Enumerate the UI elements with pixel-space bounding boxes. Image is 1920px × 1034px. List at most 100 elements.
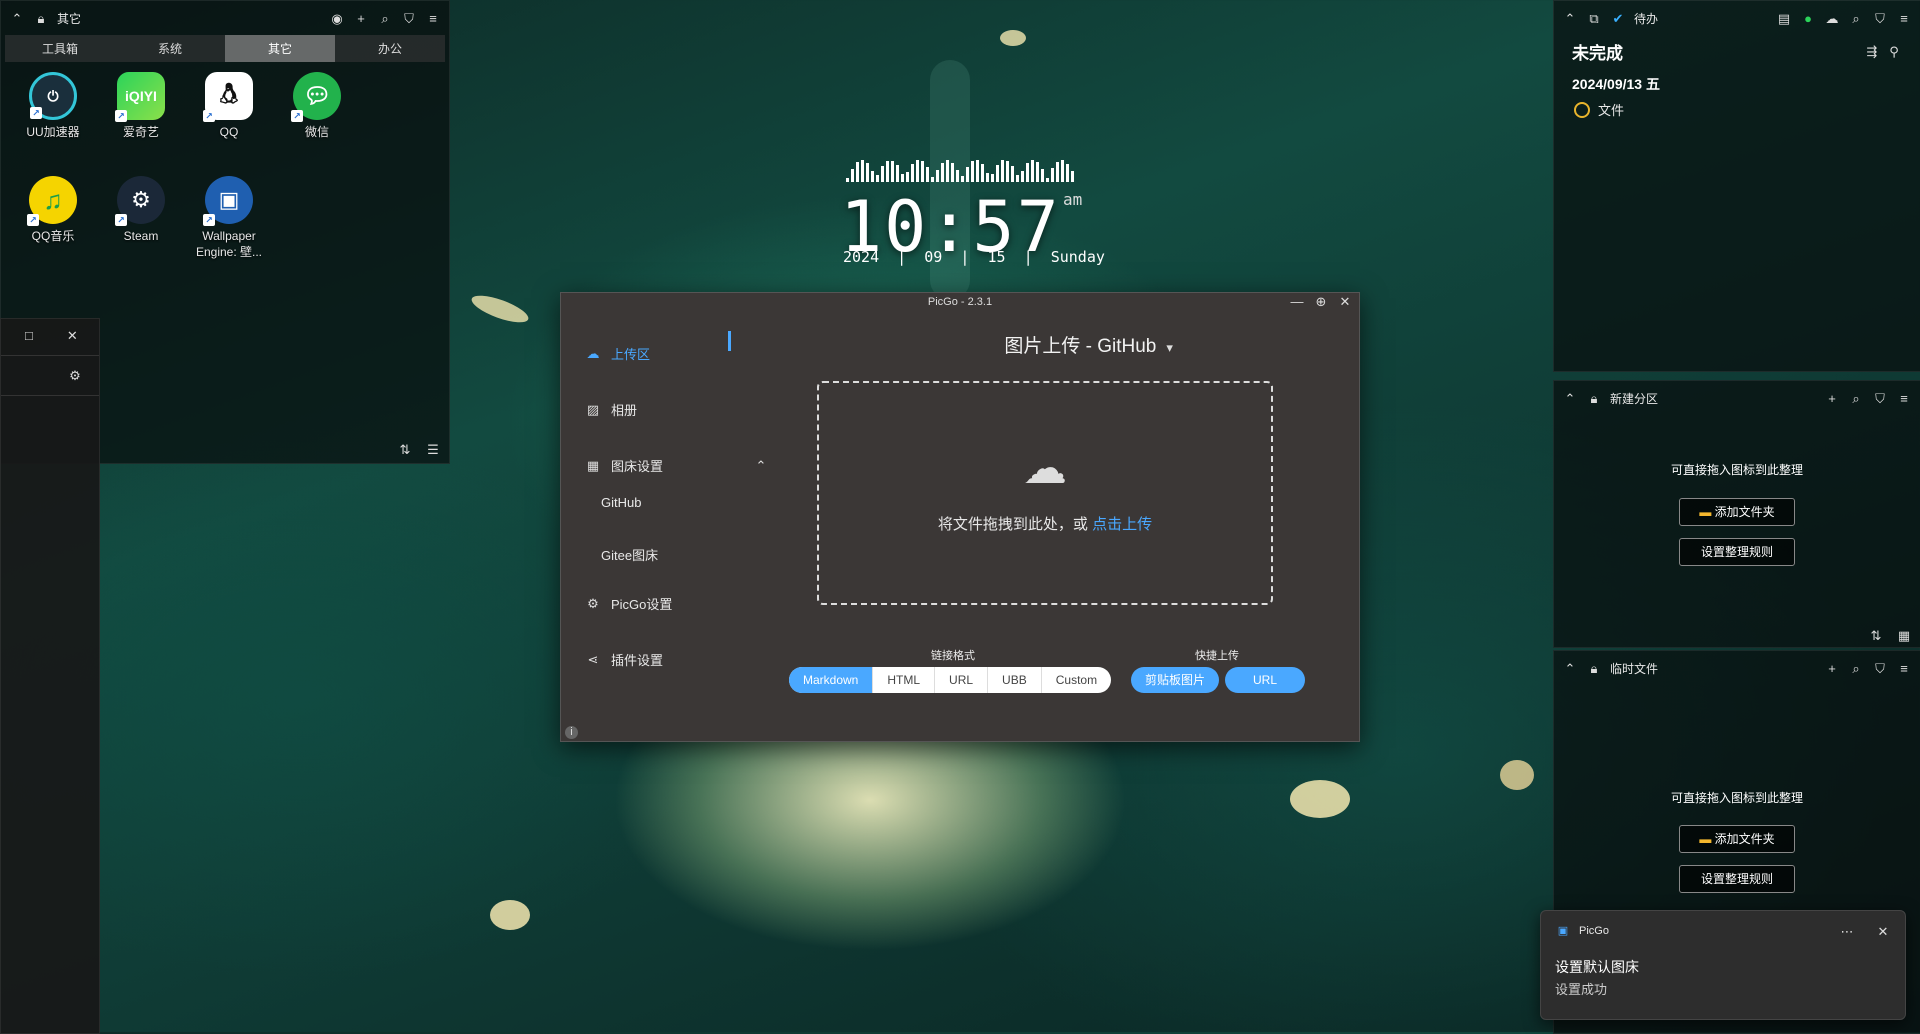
menu-icon[interactable]: ≡ bbox=[425, 10, 441, 26]
shirt-icon[interactable]: ⛉ bbox=[401, 10, 417, 26]
new-partition-panel: ⌃ 🔒︎ 新建分区 + ⌕ ⛉ ≡ 可直接拖入图标到此整理 ▬ 添加文件夹 设置… bbox=[1553, 380, 1920, 648]
desktop-icon-wechat[interactable]: 💬︎ ↗ 微信 bbox=[273, 72, 361, 176]
click-upload-link[interactable]: 点击上传 bbox=[1092, 516, 1152, 533]
picgo-titlebar: PicGo - 2.3.1 — ⊕ ✕ bbox=[561, 293, 1359, 311]
add-folder-button[interactable]: ▬ 添加文件夹 bbox=[1679, 825, 1795, 853]
visualizer-bar bbox=[1071, 171, 1074, 182]
info-icon[interactable]: i bbox=[565, 726, 578, 739]
wechat-icon[interactable]: ● bbox=[1800, 10, 1816, 26]
close-icon[interactable]: ✕ bbox=[1875, 923, 1891, 939]
upload-title[interactable]: 图片上传 - GitHub ▾ bbox=[811, 331, 1371, 358]
visualizer-bar bbox=[941, 163, 944, 182]
window-title: PicGo - 2.3.1 bbox=[927, 296, 993, 308]
audio-visualizer-top bbox=[846, 160, 1078, 182]
sort-icon[interactable]: ⇅ bbox=[397, 441, 413, 457]
format-custom[interactable]: Custom bbox=[1042, 667, 1111, 693]
menu-icon[interactable]: ≡ bbox=[1896, 10, 1912, 26]
wechat-icon: 💬︎ ↗ bbox=[291, 72, 341, 122]
minimize-icon[interactable]: — bbox=[1289, 293, 1305, 309]
set-rules-button[interactable]: 设置整理规则 bbox=[1679, 538, 1795, 566]
menu-picgo-settings[interactable]: ⚙ PicGo设置 bbox=[561, 583, 761, 623]
shirt-icon[interactable]: ⛉ bbox=[1872, 390, 1888, 406]
sort-icon[interactable]: ⇶ bbox=[1864, 44, 1880, 60]
url-upload-button[interactable]: URL bbox=[1225, 667, 1305, 693]
desktop-icon-uu[interactable]: ⏻ ↗ UU加速器 bbox=[9, 72, 97, 176]
shirt-icon[interactable]: ⛉ bbox=[1872, 660, 1888, 676]
add-icon[interactable]: + bbox=[1824, 660, 1840, 676]
desktop-icon-steam[interactable]: ⚙ ↗ Steam bbox=[97, 176, 185, 280]
shirt-icon[interactable]: ⛉ bbox=[1872, 10, 1888, 26]
visualizer-bar bbox=[1026, 163, 1029, 182]
menu-icon[interactable]: ≡ bbox=[1896, 390, 1912, 406]
menu-album[interactable]: ▨ 相册 bbox=[561, 389, 761, 429]
filter-icon[interactable]: ⚲ bbox=[1886, 44, 1902, 60]
add-folder-button[interactable]: ▬ 添加文件夹 bbox=[1679, 498, 1795, 526]
menu-bed-settings[interactable]: ▦ 图床设置 ⌃ bbox=[561, 445, 767, 485]
visualizer-bar bbox=[861, 160, 864, 182]
menu-upload[interactable]: ☁ 上传区 bbox=[561, 333, 761, 373]
menu-plugin-settings[interactable]: ⋖ 插件设置 bbox=[561, 639, 761, 679]
close-icon[interactable]: ✕ bbox=[67, 327, 78, 343]
list-view-icon[interactable]: ☰ bbox=[425, 441, 441, 457]
desktop-icon-qq[interactable]: 🐧︎ ↗ QQ bbox=[185, 72, 273, 176]
search-icon[interactable]: ⌕ bbox=[1848, 10, 1864, 26]
desktop-icon-iqiyi[interactable]: iQIYI ↗ 爱奇艺 bbox=[97, 72, 185, 176]
tab-toolbox[interactable]: 工具箱 bbox=[5, 35, 115, 62]
chevron-up-icon[interactable]: ⌃ bbox=[1562, 10, 1578, 26]
folder-icon: ▬ bbox=[1699, 832, 1712, 846]
add-icon[interactable]: + bbox=[353, 10, 369, 26]
tab-office[interactable]: 办公 bbox=[335, 35, 445, 62]
desktop-icon-wallpaper-engine[interactable]: ▣ ↗ Wallpaper Engine: 壁... bbox=[185, 176, 273, 280]
maximize-icon[interactable]: □ bbox=[25, 327, 33, 343]
todo-item[interactable]: 文件 bbox=[1554, 100, 1920, 119]
search-icon[interactable]: ⌕ bbox=[1848, 660, 1864, 676]
tab-system[interactable]: 系统 bbox=[115, 35, 225, 62]
desktop-icon-qqmusic[interactable]: ♫ ↗ QQ音乐 bbox=[9, 176, 97, 280]
tab-other[interactable]: 其它 bbox=[225, 35, 335, 62]
cloud-upload-icon: ☁ bbox=[586, 345, 600, 361]
lock-icon[interactable]: 🔒︎ bbox=[1586, 660, 1602, 676]
search-icon[interactable]: ⌕ bbox=[377, 10, 393, 26]
drop-hint: 可直接拖入图标到此整理 bbox=[1670, 463, 1803, 477]
submenu-github[interactable]: GitHub bbox=[601, 495, 641, 510]
picgo-sidebar: ☁ 上传区 ▨ 相册 ▦ 图床设置 ⌃ GitHub Gitee图床 ⚙ Pic… bbox=[561, 311, 767, 741]
panel-title: 新建分区 bbox=[1610, 391, 1659, 406]
user-icon[interactable]: ◉ bbox=[329, 10, 345, 26]
calendar-icon[interactable]: ▤ bbox=[1776, 10, 1792, 26]
submenu-gitee[interactable]: Gitee图床 bbox=[601, 545, 658, 564]
menu-icon[interactable]: ≡ bbox=[1896, 660, 1912, 676]
format-html[interactable]: HTML bbox=[873, 667, 936, 693]
chevron-up-icon[interactable]: ⌃ bbox=[1562, 390, 1578, 406]
toast-notification[interactable]: ▣ PicGo ⋯ ✕ 设置默认图床 设置成功 bbox=[1540, 910, 1906, 1020]
lock-icon[interactable]: 🔒︎ bbox=[1586, 390, 1602, 406]
visualizer-bar bbox=[1011, 166, 1014, 182]
upload-dropzone[interactable]: ☁ 将文件拖拽到此处，或 点击上传 bbox=[817, 381, 1273, 605]
format-url[interactable]: URL bbox=[935, 667, 989, 693]
chevron-up-icon[interactable]: ⌃ bbox=[1562, 660, 1578, 676]
notification-body: 设置成功 bbox=[1555, 982, 1608, 997]
notification-title: 设置默认图床 bbox=[1555, 959, 1639, 975]
grid-view-icon[interactable]: ▦ bbox=[1896, 627, 1912, 643]
shortcut-arrow-icon: ↗ bbox=[30, 107, 42, 119]
panel-tabs: 工具箱 系统 其它 办公 bbox=[5, 35, 445, 62]
format-markdown[interactable]: Markdown bbox=[789, 667, 874, 693]
sort-icon[interactable]: ⇅ bbox=[1868, 627, 1884, 643]
pin-icon[interactable]: ⊕ bbox=[1313, 293, 1329, 309]
clipboard-upload-button[interactable]: 剪贴板图片 bbox=[1131, 667, 1219, 693]
visualizer-bar bbox=[921, 161, 924, 182]
side-dock: □ ✕ ⚙ bbox=[0, 318, 100, 1034]
shortcut-arrow-icon: ↗ bbox=[115, 214, 127, 226]
add-icon[interactable]: + bbox=[1824, 390, 1840, 406]
lock-icon[interactable]: 🔒︎ bbox=[33, 10, 49, 26]
set-rules-button[interactable]: 设置整理规则 bbox=[1679, 865, 1795, 893]
gear-icon[interactable]: ⚙ bbox=[67, 367, 83, 383]
picgo-window: PicGo - 2.3.1 — ⊕ ✕ ☁ 上传区 ▨ 相册 ▦ 图床设置 ⌃ … bbox=[560, 292, 1360, 742]
window-icon[interactable]: ⧉ bbox=[1586, 10, 1602, 26]
close-icon[interactable]: ✕ bbox=[1337, 293, 1353, 309]
chevron-up-icon[interactable]: ⌃ bbox=[9, 10, 25, 26]
cloud-icon[interactable]: ☁ bbox=[1824, 10, 1840, 26]
todo-checkbox[interactable] bbox=[1574, 101, 1590, 118]
format-ubb[interactable]: UBB bbox=[988, 667, 1042, 693]
search-icon[interactable]: ⌕ bbox=[1848, 390, 1864, 406]
more-icon[interactable]: ⋯ bbox=[1839, 923, 1855, 939]
